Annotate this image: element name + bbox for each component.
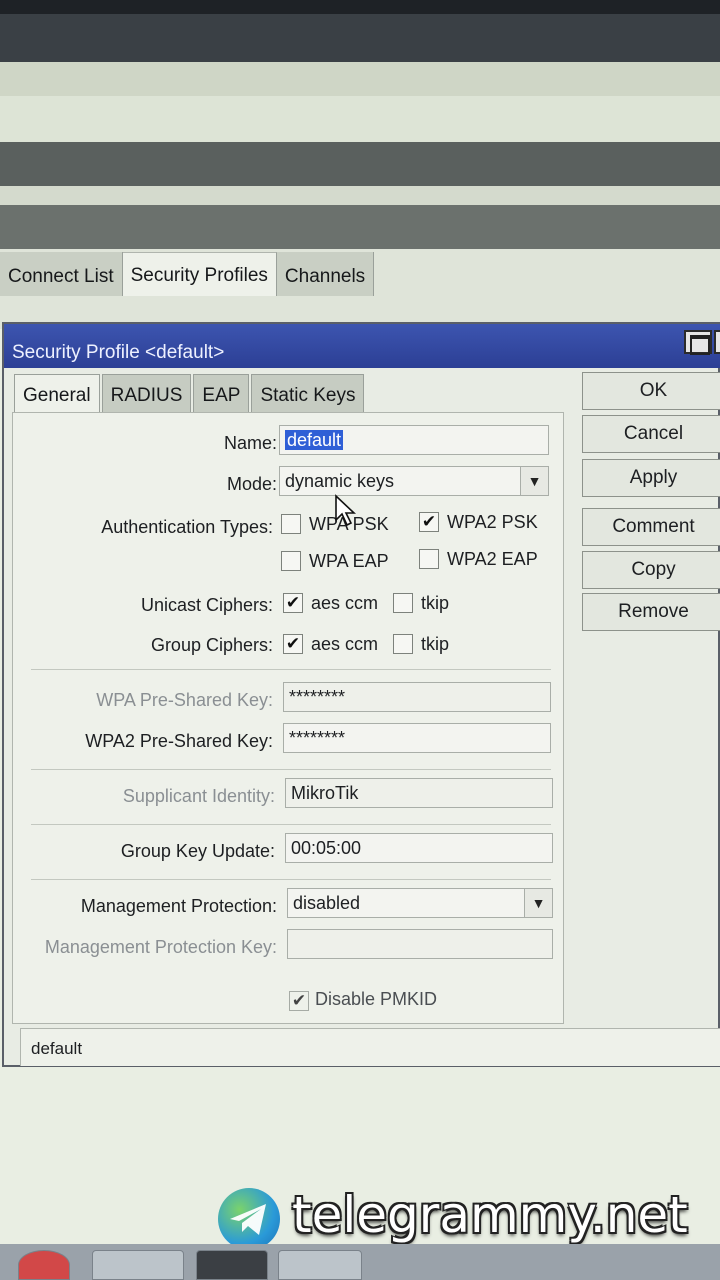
tab-static-keys[interactable]: Static Keys <box>251 374 365 412</box>
divider <box>31 769 551 770</box>
checkbox-group-tkip[interactable] <box>393 634 413 654</box>
management-protection-key-label: Management Protection Key: <box>44 937 277 957</box>
management-protection-value: disabled <box>293 893 361 913</box>
telegram-logo-icon <box>218 1188 280 1250</box>
background-band <box>0 96 720 142</box>
monitor-bezel <box>0 0 720 14</box>
group-tkip-label: tkip <box>421 634 450 654</box>
supplicant-identity-input[interactable]: MikroTik <box>285 778 553 808</box>
group-aes-ccm-label: aes ccm <box>311 634 379 654</box>
tab-security-profiles[interactable]: Security Profiles <box>122 252 277 296</box>
unicast-aes-ccm-label: aes ccm <box>311 593 379 613</box>
unicast-ciphers-label: Unicast Ciphers: <box>140 595 273 615</box>
wpa-pre-shared-key-input[interactable]: ******** <box>283 682 551 712</box>
disable-pmkid-label: Disable PMKID <box>315 989 438 1009</box>
wpa2-eap-label: WPA2 EAP <box>447 549 538 569</box>
security-profile-dialog: Security Profile <default> General RADIU… <box>2 322 720 1067</box>
name-value: default <box>285 430 344 450</box>
wpa2-pre-shared-key-label: WPA2 Pre-Shared Key: <box>85 731 273 751</box>
apply-button[interactable]: Apply <box>582 459 720 497</box>
checkbox-unicast-tkip[interactable] <box>393 593 413 613</box>
comment-button[interactable]: Comment <box>582 508 720 546</box>
management-protection-key-input[interactable] <box>287 929 553 959</box>
management-protection-label: Management Protection: <box>80 896 277 916</box>
background-band <box>0 142 720 186</box>
ok-button[interactable]: OK <box>582 372 720 410</box>
mode-label: Mode: <box>226 474 277 494</box>
group-key-update-label: Group Key Update: <box>120 841 275 861</box>
mode-select[interactable]: dynamic keys ▼ <box>279 466 549 496</box>
taskbar-item[interactable] <box>278 1250 362 1280</box>
dialog-tab-bar: General RADIUS EAP Static Keys <box>14 374 366 414</box>
tab-eap[interactable]: EAP <box>193 374 250 412</box>
background-band <box>0 14 720 62</box>
checkbox-disable-pmkid[interactable]: ✔ <box>289 991 309 1011</box>
unicast-tkip-label: tkip <box>421 593 450 613</box>
group-ciphers-label: Group Ciphers: <box>150 635 273 655</box>
tab-connect-list[interactable]: Connect List <box>0 252 123 296</box>
checkbox-wpa2-eap[interactable] <box>419 549 439 569</box>
name-label: Name: <box>223 433 277 453</box>
watermark-text: telegrammy.net <box>292 1186 688 1244</box>
checkbox-wpa2-psk[interactable]: ✔ <box>419 512 439 532</box>
authentication-types-label: Authentication Types: <box>101 517 273 537</box>
parent-tab-bar: Connect List Security Profiles Channels <box>0 252 375 296</box>
management-protection-select[interactable]: disabled ▼ <box>287 888 553 918</box>
taskbar <box>0 1244 720 1280</box>
cancel-button[interactable]: Cancel <box>582 415 720 453</box>
wpa2-psk-label: WPA2 PSK <box>447 512 538 532</box>
taskbar-item[interactable] <box>92 1250 184 1280</box>
supplicant-identity-label: Supplicant Identity: <box>122 786 275 806</box>
background-band <box>0 62 720 96</box>
group-key-update-input[interactable]: 00:05:00 <box>285 833 553 863</box>
general-form-panel: Name: default Mode: dynamic keys ▼ Authe… <box>12 412 564 1024</box>
checkbox-wpa-psk[interactable] <box>281 514 301 534</box>
taskbar-item[interactable] <box>196 1250 268 1280</box>
status-bar: default <box>20 1028 720 1066</box>
close-button[interactable] <box>714 330 720 354</box>
wpa-eap-label: WPA EAP <box>309 551 389 571</box>
chevron-down-icon[interactable]: ▼ <box>520 467 548 495</box>
background-band <box>0 205 720 249</box>
watermark: telegrammy.net <box>218 1186 718 1252</box>
chevron-down-icon[interactable]: ▼ <box>524 889 552 917</box>
tab-channels[interactable]: Channels <box>276 252 375 296</box>
divider <box>31 669 551 670</box>
checkbox-unicast-aes-ccm[interactable]: ✔ <box>283 593 303 613</box>
copy-button[interactable]: Copy <box>582 551 720 589</box>
wpa-pre-shared-key-label: WPA Pre-Shared Key: <box>96 690 273 710</box>
dialog-title[interactable]: Security Profile <default> <box>4 324 720 368</box>
maximize-button[interactable] <box>684 330 712 355</box>
mouse-cursor-icon <box>335 494 357 527</box>
divider <box>31 824 551 825</box>
name-input[interactable]: default <box>279 425 549 455</box>
checkbox-group-aes-ccm[interactable]: ✔ <box>283 634 303 654</box>
mode-value: dynamic keys <box>285 471 395 491</box>
divider <box>31 879 551 880</box>
wpa2-pre-shared-key-input[interactable]: ******** <box>283 723 551 753</box>
start-button[interactable] <box>18 1250 70 1280</box>
checkbox-wpa-eap[interactable] <box>281 551 301 571</box>
tab-radius[interactable]: RADIUS <box>101 374 192 412</box>
tab-general[interactable]: General <box>14 374 100 414</box>
remove-button[interactable]: Remove <box>582 593 720 631</box>
